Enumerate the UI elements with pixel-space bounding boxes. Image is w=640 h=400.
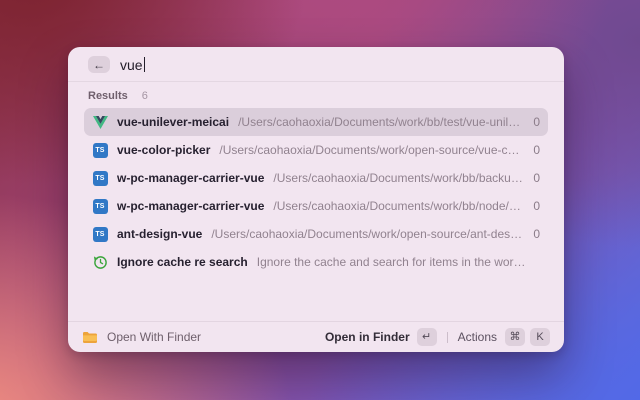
item-accessory: 0 [533,143,540,157]
command-key-icon: ⌘ [505,328,525,346]
actions-button[interactable]: Actions ⌘ K [458,328,550,346]
list-empty-space [68,276,564,321]
item-title: w-pc-manager-carrier-vue [117,199,264,213]
results-section-header: Results 6 [68,82,564,108]
item-accessory: 0 [533,115,540,129]
footer-separator [447,332,448,343]
footer-bar: Open With Finder Open in Finder ↵ Action… [68,321,564,352]
typescript-icon: TS [92,142,108,158]
list-item[interactable]: TS ant-design-vue /Users/caohaoxia/Docum… [84,220,548,248]
folder-icon [82,329,98,345]
item-description: Ignore the cache and search for items in… [257,255,531,269]
item-path: /Users/caohaoxia/Documents/work/open-sou… [219,143,524,157]
item-path: /Users/caohaoxia/Documents/work/open-sou… [211,227,524,241]
text-caret [144,57,146,72]
back-button[interactable]: ← [88,56,110,73]
typescript-icon: TS [92,226,108,242]
item-title: vue-color-picker [117,143,210,157]
search-query-text: vue [120,57,143,73]
typescript-icon: TS [92,170,108,186]
item-path: /Users/caohaoxia/Documents/work/bb/backu… [273,171,524,185]
open-in-finder-label: Open in Finder [325,330,410,344]
vue-logo-icon [92,114,108,130]
actions-shortcut: ⌘ K [505,328,550,346]
results-count: 6 [142,90,148,102]
list-item[interactable]: TS vue-color-picker /Users/caohaoxia/Doc… [84,136,548,164]
list-item[interactable]: Ignore cache re search Ignore the cache … [84,248,548,276]
item-title: vue-unilever-meicai [117,115,229,129]
back-arrow-icon: ← [93,59,105,71]
footer-context: Open With Finder [82,329,201,345]
history-refresh-icon [92,254,108,270]
k-key-icon: K [530,328,550,346]
item-accessory: 0 [533,171,540,185]
item-path: /Users/caohaoxia/Documents/work/bb/test/… [238,115,524,129]
item-title: w-pc-manager-carrier-vue [117,171,264,185]
list-item[interactable]: TS w-pc-manager-carrier-vue /Users/caoha… [84,192,548,220]
results-label: Results [88,90,128,102]
desktop-wallpaper: { "colors": { "panel_bg": "#f2e5f0", "se… [0,0,640,400]
search-input[interactable]: vue [120,57,546,73]
item-accessory: 0 [533,227,540,241]
search-bar: ← vue [68,47,564,81]
item-accessory: 0 [533,199,540,213]
item-title: ant-design-vue [117,227,202,241]
return-key-icon: ↵ [417,328,437,346]
open-in-finder-button[interactable]: Open in Finder ↵ [325,328,437,346]
item-title: Ignore cache re search [117,255,248,269]
list-item[interactable]: TS w-pc-manager-carrier-vue /Users/caoha… [84,164,548,192]
item-path: /Users/caohaoxia/Documents/work/bb/node/… [273,199,524,213]
footer-actions: Open in Finder ↵ Actions ⌘ K [325,328,550,346]
actions-label: Actions [458,330,497,344]
typescript-icon: TS [92,198,108,214]
footer-context-label: Open With Finder [107,330,201,344]
results-list: vue-unilever-meicai /Users/caohaoxia/Doc… [68,108,564,276]
list-item[interactable]: vue-unilever-meicai /Users/caohaoxia/Doc… [84,108,548,136]
launcher-window: ← vue Results 6 vue-unilever-meicai /Use… [68,47,564,352]
